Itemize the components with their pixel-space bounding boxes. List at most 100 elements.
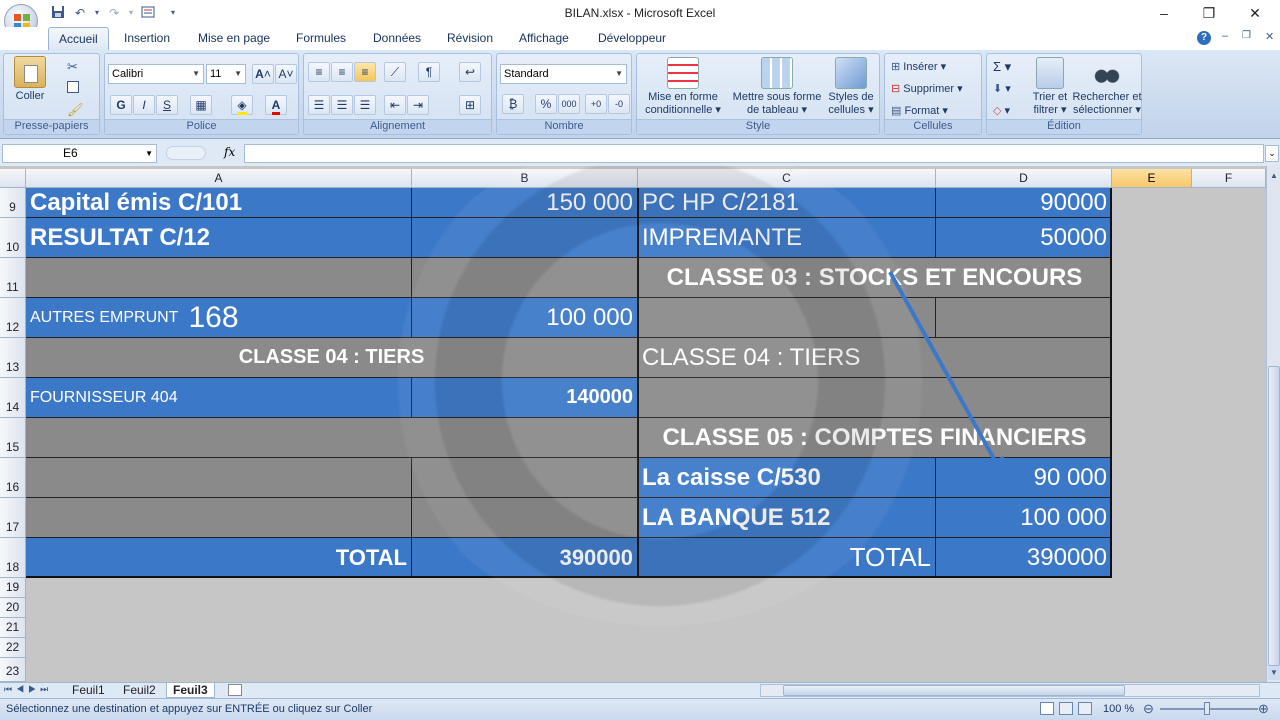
cell-a11[interactable] — [26, 258, 412, 298]
delete-cells-button[interactable]: ⊟ Supprimer ▾ — [891, 79, 963, 99]
redo-dropdown-icon[interactable]: ▾ — [128, 5, 134, 21]
close-button[interactable]: ✕ — [1232, 2, 1278, 24]
tab-donnees[interactable]: Données — [373, 31, 421, 45]
vertical-scrollbar[interactable]: ▲ ▼ — [1266, 166, 1280, 682]
cell-b18[interactable]: 390000 — [412, 538, 638, 578]
tab-affichage[interactable]: Affichage — [519, 31, 569, 45]
font-color-button[interactable]: A — [265, 95, 287, 115]
sort-filter-button[interactable]: Trier et filtrer ▾ — [1027, 57, 1073, 117]
select-all-corner[interactable] — [0, 169, 26, 188]
font-size-combo[interactable]: 11 ▼ — [206, 64, 246, 84]
format-cells-button[interactable]: ▤ Format ▾ — [891, 101, 948, 121]
cell-a13-merged[interactable]: CLASSE 04 : TIERS — [26, 338, 638, 378]
row-header-10[interactable]: 10 — [0, 218, 26, 258]
thousands-button[interactable]: 000 — [558, 94, 580, 114]
scroll-down-icon[interactable]: ▼ — [1268, 666, 1280, 680]
cell-a14[interactable]: FOURNISSEUR 404 — [26, 378, 412, 418]
fill-button[interactable]: ⬇ ▾ — [993, 79, 1011, 99]
page-break-view-icon[interactable] — [1078, 702, 1092, 715]
cell-a16[interactable] — [26, 458, 412, 498]
formula-input[interactable] — [244, 144, 1264, 163]
cell-a15-merged[interactable] — [26, 418, 638, 458]
row-header-11[interactable]: 11 — [0, 258, 26, 298]
decrease-indent-button[interactable]: ⇤ — [384, 95, 406, 115]
name-box[interactable]: E6 ▼ — [2, 144, 157, 163]
column-header-b[interactable]: B — [412, 169, 638, 188]
fill-color-button[interactable]: ◈ — [231, 95, 253, 115]
row-header-14[interactable]: 14 — [0, 378, 26, 418]
increase-indent-button[interactable]: ⇥ — [407, 95, 429, 115]
decrease-decimal-button[interactable]: -0 — [608, 94, 630, 114]
row-header-12[interactable]: 12 — [0, 298, 26, 338]
column-header-d[interactable]: D — [936, 169, 1112, 188]
column-header-f[interactable]: F — [1192, 169, 1266, 188]
borders-button[interactable]: ▦ — [190, 95, 212, 115]
row-header-23[interactable]: 23 — [0, 658, 26, 682]
horizontal-scrollbar[interactable] — [760, 684, 1260, 697]
cell-d9[interactable]: 90000 — [936, 188, 1112, 218]
cell-a12[interactable]: AUTRES EMPRUNT 168 — [26, 298, 412, 338]
restore-button[interactable]: ❐ — [1186, 2, 1232, 24]
insert-function-button[interactable]: fx — [224, 145, 235, 159]
undo-icon[interactable]: ↶ — [72, 5, 88, 21]
cell-a17[interactable] — [26, 498, 412, 538]
copy-icon[interactable] — [67, 81, 79, 93]
cell-c15-merged[interactable]: CLASSE 05 : COMPTES FINANCIERS — [638, 418, 1112, 458]
zoom-slider-thumb[interactable] — [1204, 702, 1210, 715]
redo-icon[interactable]: ↷ — [106, 5, 122, 21]
accounting-format-button[interactable]: ₿ — [502, 94, 524, 114]
vertical-scroll-thumb[interactable] — [1268, 366, 1280, 666]
underline-button[interactable]: S — [156, 95, 178, 115]
tab-mise-en-page[interactable]: Mise en page — [198, 31, 270, 45]
italic-button[interactable]: I — [133, 95, 155, 115]
cell-c17[interactable]: LA BANQUE 512 — [638, 498, 936, 538]
insert-sheet-icon[interactable] — [228, 684, 242, 696]
format-as-table-button[interactable]: Mettre sous forme de tableau ▾ — [727, 57, 827, 117]
tab-developpeur[interactable]: Développeur — [598, 31, 666, 45]
align-top-button[interactable]: ≡ — [308, 62, 330, 82]
cell-a9[interactable]: Capital émis C/101 — [26, 188, 412, 218]
cell-c10[interactable]: IMPREMANTE — [638, 218, 936, 258]
scroll-up-icon[interactable]: ▲ — [1268, 169, 1280, 183]
cell-b12[interactable]: 100 000 — [412, 298, 638, 338]
row-header-19[interactable]: 19 — [0, 578, 26, 598]
merge-center-button[interactable]: ⊞ — [459, 95, 481, 115]
shrink-font-button[interactable]: A˅ — [275, 64, 297, 84]
cell-b17[interactable] — [412, 498, 638, 538]
align-right-button[interactable]: ☰ — [354, 95, 376, 115]
format-painter-icon[interactable]: 🖌 — [67, 102, 84, 118]
cell-c14-merged[interactable] — [638, 378, 1112, 418]
ribbon-restore-icon[interactable]: ❐ — [1242, 30, 1251, 41]
tab-formules[interactable]: Formules — [296, 31, 346, 45]
print-preview-icon[interactable] — [140, 5, 156, 21]
save-icon[interactable] — [50, 5, 66, 21]
insert-cells-button[interactable]: ⊞ Insérer ▾ — [891, 57, 946, 77]
row-header-9[interactable]: 9 — [0, 188, 26, 218]
cell-c13-merged[interactable]: CLASSE 04 : TIERS — [638, 338, 1112, 378]
ribbon-minimize-icon[interactable]: – — [1222, 30, 1228, 42]
sheet-tab-feuil2[interactable]: Feuil2 — [117, 683, 162, 698]
row-header-16[interactable]: 16 — [0, 458, 26, 498]
grow-font-button[interactable]: A˄ — [252, 64, 274, 84]
help-icon[interactable]: ? — [1197, 31, 1211, 45]
cell-b16[interactable] — [412, 458, 638, 498]
cell-c18[interactable]: TOTAL — [638, 538, 936, 578]
cell-c11-merged[interactable]: CLASSE 03 : STOCKS ET ENCOURS — [638, 258, 1112, 298]
expand-formula-bar-icon[interactable]: ⌄ — [1265, 145, 1279, 162]
conditional-formatting-button[interactable]: Mise en forme conditionnelle ▾ — [641, 57, 725, 117]
cell-a18[interactable]: TOTAL — [26, 538, 412, 578]
worksheet[interactable]: A B C D E F 9 10 11 12 13 14 15 16 17 18… — [0, 166, 1280, 682]
sheet-tab-feuil3[interactable]: Feuil3 — [166, 683, 215, 698]
normal-view-icon[interactable] — [1040, 702, 1054, 715]
column-header-a[interactable]: A — [26, 169, 412, 188]
row-header-20[interactable]: 20 — [0, 598, 26, 618]
zoom-out-icon[interactable]: ⊖ — [1143, 701, 1154, 717]
bold-button[interactable]: G — [110, 95, 132, 115]
undo-dropdown-icon[interactable]: ▾ — [94, 5, 100, 21]
zoom-level[interactable]: 100 % — [1103, 703, 1134, 715]
increase-decimal-button[interactable]: +0 — [585, 94, 607, 114]
cell-d17[interactable]: 100 000 — [936, 498, 1112, 538]
clear-button[interactable]: ◇ ▾ — [993, 101, 1010, 121]
cut-icon[interactable]: ✂ — [67, 59, 78, 75]
cell-b14[interactable]: 140000 — [412, 378, 638, 418]
